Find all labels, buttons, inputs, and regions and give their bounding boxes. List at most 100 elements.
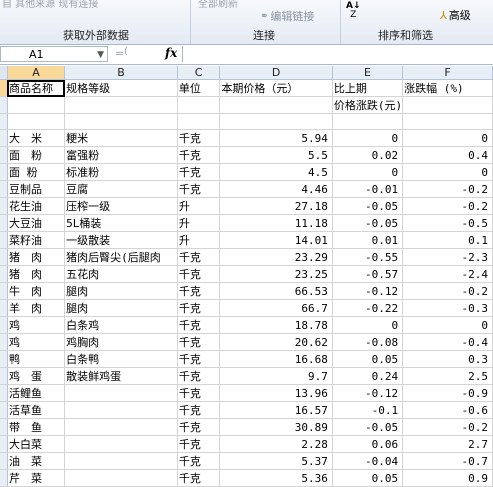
table-cell[interactable] (402, 96, 493, 114)
row-header[interactable] (0, 435, 8, 453)
insert-function-icon[interactable]: fx (165, 46, 177, 60)
cell-change-pct[interactable]: 0.4 (402, 146, 493, 164)
cell-price[interactable]: 4.5 (219, 163, 333, 181)
cell-unit[interactable]: 升 (177, 231, 221, 249)
cell-product-name[interactable]: 面 粉 (7, 146, 66, 164)
cell-unit[interactable]: 升 (177, 214, 221, 232)
cell-product-name[interactable]: 牛 肉 (7, 282, 66, 300)
cell-unit[interactable]: 千克 (177, 316, 221, 334)
cell-change[interactable]: -0.05 (332, 214, 404, 232)
cell-change-pct[interactable]: 2.5 (402, 367, 493, 385)
cell-product-name[interactable]: 鸭 (7, 350, 66, 368)
cell-change-pct[interactable]: -0.7 (402, 452, 493, 470)
cell-product-name[interactable]: 猪 肉 (7, 248, 66, 266)
cell-change-pct[interactable]: -2.4 (402, 265, 493, 283)
cell-spec[interactable]: 猪肉后臀尖(后腿肉 (64, 248, 178, 266)
cell-price[interactable]: 66.53 (219, 282, 333, 300)
cell-product-name[interactable]: 大豆油 (7, 214, 66, 232)
cell-change-pct[interactable]: 0 (402, 316, 493, 334)
row-header[interactable] (0, 401, 8, 419)
cell-change[interactable]: 0.05 (332, 350, 404, 368)
table-cell[interactable] (219, 113, 333, 130)
advanced-filter-button[interactable]: ⅄ 高级 (440, 7, 471, 23)
cell-change[interactable]: -0.55 (332, 248, 404, 266)
cell-change[interactable]: 0.06 (332, 435, 404, 453)
cell-unit[interactable]: 千克 (177, 299, 221, 317)
row-header[interactable] (0, 163, 8, 181)
cell-unit[interactable]: 千克 (177, 248, 221, 266)
cell-spec[interactable]: 五花肉 (64, 265, 178, 283)
cell-change[interactable]: 0.05 (332, 469, 404, 487)
cell-price[interactable]: 5.5 (219, 146, 333, 164)
cell-spec[interactable]: 鸡胸肉 (64, 333, 178, 351)
cell-product-name[interactable]: 鸡 (7, 333, 66, 351)
cell-change-pct[interactable]: -0.4 (402, 333, 493, 351)
column-header-b[interactable]: B (64, 66, 178, 80)
cell-change-pct[interactable]: 2.7 (402, 435, 493, 453)
cell-change[interactable]: -0.05 (332, 197, 404, 215)
cell-spec[interactable]: 标准粉 (64, 163, 178, 181)
header-cell-product-name[interactable]: 商品名称 (7, 79, 66, 97)
table-cell[interactable] (332, 113, 404, 130)
cell-change-pct[interactable]: 0.1 (402, 231, 493, 249)
sort-az-button[interactable]: A↓ Z (346, 2, 361, 20)
column-header-f[interactable]: F (402, 66, 493, 80)
column-header-e[interactable]: E (332, 66, 404, 80)
row-header[interactable] (0, 282, 8, 300)
cell-product-name[interactable]: 猪 肉 (7, 265, 66, 283)
cell-price[interactable]: 2.28 (219, 435, 333, 453)
cell-unit[interactable]: 升 (177, 197, 221, 215)
cell-change[interactable]: -0.08 (332, 333, 404, 351)
cell-price[interactable]: 23.25 (219, 265, 333, 283)
cell-spec[interactable] (64, 384, 178, 402)
column-header-a[interactable]: A (7, 66, 66, 80)
header-cell-unit[interactable]: 单位 (177, 79, 221, 97)
cell-change[interactable]: 0.02 (332, 146, 404, 164)
cell-change[interactable]: -0.04 (332, 452, 404, 470)
cell-unit[interactable]: 千克 (177, 367, 221, 385)
row-header[interactable] (0, 265, 8, 283)
cell-product-name[interactable]: 面 粉 (7, 163, 66, 181)
cell-spec[interactable]: 压榨一级 (64, 197, 178, 215)
cell-price[interactable]: 13.96 (219, 384, 333, 402)
row-header[interactable] (0, 146, 8, 164)
cell-change-pct[interactable]: 0 (402, 129, 493, 147)
cell-change-pct[interactable]: 0.9 (402, 469, 493, 487)
cell-price[interactable]: 30.89 (219, 418, 333, 436)
cell-product-name[interactable]: 羊 肉 (7, 299, 66, 317)
cell-unit[interactable]: 千克 (177, 129, 221, 147)
row-header[interactable] (0, 113, 8, 130)
cell-unit[interactable]: 千克 (177, 146, 221, 164)
row-header[interactable] (0, 299, 8, 317)
cell-price[interactable]: 23.29 (219, 248, 333, 266)
cell-change[interactable]: -0.57 (332, 265, 404, 283)
cell-unit[interactable]: 千克 (177, 333, 221, 351)
cell-unit[interactable]: 千克 (177, 350, 221, 368)
cell-unit[interactable]: 千克 (177, 452, 221, 470)
cell-unit[interactable]: 千克 (177, 401, 221, 419)
cell-product-name[interactable]: 带 鱼 (7, 418, 66, 436)
cell-change-pct[interactable]: -0.5 (402, 214, 493, 232)
row-header[interactable] (0, 129, 8, 147)
cell-price[interactable]: 11.18 (219, 214, 333, 232)
cell-spec[interactable] (64, 469, 178, 487)
cell-unit[interactable]: 千克 (177, 265, 221, 283)
cell-change[interactable]: -0.22 (332, 299, 404, 317)
cell-spec[interactable]: 散装鲜鸡蛋 (64, 367, 178, 385)
table-cell[interactable] (177, 96, 221, 114)
row-header[interactable] (0, 333, 8, 351)
cell-product-name[interactable]: 大白菜 (7, 435, 66, 453)
row-header[interactable] (0, 96, 8, 114)
cell-change[interactable]: -0.12 (332, 384, 404, 402)
cell-change-pct[interactable]: 0 (402, 163, 493, 181)
cell-spec[interactable]: 一级散装 (64, 231, 178, 249)
cell-price[interactable]: 5.37 (219, 452, 333, 470)
cell-spec[interactable]: 粳米 (64, 129, 178, 147)
cell-product-name[interactable]: 大 米 (7, 129, 66, 147)
edit-links-button[interactable]: ⚭ 编辑链接 (260, 8, 314, 24)
cell-change[interactable]: 0.01 (332, 231, 404, 249)
cell-price[interactable]: 20.62 (219, 333, 333, 351)
row-header[interactable] (0, 180, 8, 198)
table-cell[interactable] (177, 113, 221, 130)
cell-price[interactable]: 16.68 (219, 350, 333, 368)
